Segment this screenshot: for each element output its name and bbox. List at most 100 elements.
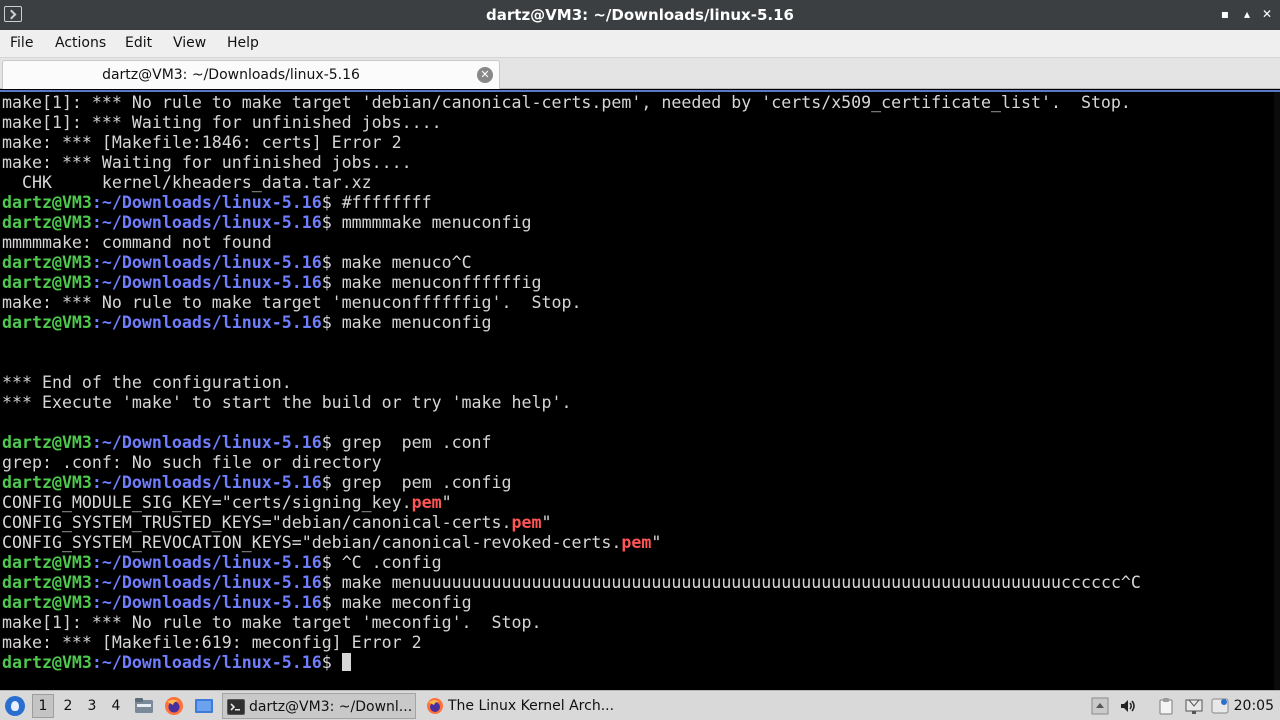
terminal-prompt-line: dartz@VM3:~/Downloads/linux-5.16$ make m…: [2, 273, 542, 293]
terminal-prompt-line: dartz@VM3:~/Downloads/linux-5.16$ #fffff…: [2, 193, 432, 213]
taskbar: 1 2 3 4 dartz@VM3: ~/Downl... The Linux …: [0, 690, 1280, 720]
grep-match: pem: [621, 533, 652, 552]
prompt-user: dartz@VM3: [2, 273, 92, 292]
terminal-output-line: make[1]: *** No rule to make target 'mec…: [2, 613, 541, 633]
prompt-suffix: $: [321, 253, 342, 272]
prompt-user: dartz@VM3: [2, 553, 92, 572]
menu-help[interactable]: Help: [227, 35, 259, 51]
prompt-suffix: $: [321, 193, 342, 212]
output-text-tail: ": [541, 513, 552, 532]
task-firefox-label: The Linux Kernel Arch...: [448, 698, 615, 714]
window-title: dartz@VM3: ~/Downloads/linux-5.16: [486, 6, 794, 24]
start-menu-icon[interactable]: [5, 696, 25, 716]
prompt-user: dartz@VM3: [2, 253, 92, 272]
terminal-icon: [227, 698, 245, 716]
command-text: make menuuuuuuuuuuuuuuuuuuuuuuuuuuuuuuuu…: [341, 573, 1141, 592]
prompt-user: dartz@VM3: [2, 573, 92, 592]
prompt-suffix: $: [321, 213, 342, 232]
task-firefox[interactable]: The Linux Kernel Arch...: [422, 693, 622, 719]
close-button[interactable]: ✕: [1258, 5, 1276, 23]
terminal-output-line: make[1]: *** No rule to make target 'deb…: [2, 93, 1131, 113]
command-text: make menuconffffffig: [341, 273, 542, 292]
output-text: CHK kernel/kheaders_data.tar.xz: [2, 173, 372, 192]
terminal-prompt-line: dartz@VM3:~/Downloads/linux-5.16$: [2, 653, 351, 673]
workspace-1[interactable]: 1: [32, 694, 54, 718]
prompt-suffix: $: [321, 593, 342, 612]
tab-label: dartz@VM3: ~/Downloads/linux-5.16: [102, 67, 360, 83]
prompt-suffix: $: [321, 573, 342, 592]
terminal-prompt-line: dartz@VM3:~/Downloads/linux-5.16$ make m…: [2, 573, 1141, 593]
command-text: make menuco^C: [341, 253, 472, 272]
update-notifier-icon[interactable]: [1211, 697, 1229, 715]
prompt-user: dartz@VM3: [2, 653, 92, 672]
terminal-output-line: grep: .conf: No such file or directory: [2, 453, 382, 473]
prompt-path: :~/Downloads/linux-5.16: [91, 573, 322, 592]
menu-edit[interactable]: Edit: [125, 35, 152, 51]
output-text: make[1]: *** No rule to make target 'deb…: [2, 93, 1131, 112]
command-text: grep pem .conf: [341, 433, 492, 452]
desktop-icon[interactable]: [194, 696, 214, 716]
terminal-output-line: make[1]: *** Waiting for unfinished jobs…: [2, 113, 442, 133]
terminal-prompt-line: dartz@VM3:~/Downloads/linux-5.16$ make m…: [2, 593, 472, 613]
menu-view[interactable]: View: [173, 35, 206, 51]
prompt-user: dartz@VM3: [2, 213, 92, 232]
menu-actions[interactable]: Actions: [55, 35, 106, 51]
output-text-tail: ": [651, 533, 662, 552]
terminal-output[interactable]: make[1]: *** No rule to make target 'deb…: [0, 90, 1280, 690]
prompt-user: dartz@VM3: [2, 193, 92, 212]
prompt-suffix: $: [321, 313, 342, 332]
terminal-output-line: make: *** [Makefile:1846: certs] Error 2: [2, 133, 402, 153]
firefox-launcher-icon[interactable]: [164, 696, 184, 716]
output-text: *** Execute 'make' to start the build or…: [2, 393, 572, 412]
terminal-output-line: CHK kernel/kheaders_data.tar.xz: [2, 173, 372, 193]
file-manager-icon[interactable]: [134, 696, 154, 716]
tab-bar: dartz@VM3: ~/Downloads/linux-5.16 ✕: [0, 58, 1280, 89]
workspace-4[interactable]: 4: [105, 691, 127, 720]
volume-icon[interactable]: [1119, 697, 1137, 715]
prompt-suffix: $: [321, 553, 342, 572]
prompt-path: :~/Downloads/linux-5.16: [91, 473, 322, 492]
prompt-path: :~/Downloads/linux-5.16: [91, 193, 322, 212]
tray-up-arrow-icon[interactable]: [1091, 697, 1109, 715]
tab-terminal[interactable]: dartz@VM3: ~/Downloads/linux-5.16 ✕: [2, 60, 500, 89]
terminal-output-line: CONFIG_SYSTEM_TRUSTED_KEYS="debian/canon…: [2, 513, 552, 533]
network-icon[interactable]: [1185, 697, 1203, 715]
prompt-suffix: $: [321, 473, 342, 492]
prompt-path: :~/Downloads/linux-5.16: [91, 593, 322, 612]
menu-file[interactable]: File: [10, 35, 33, 51]
output-text: make: *** [Makefile:619: meconfig] Error…: [2, 633, 422, 652]
clipboard-icon[interactable]: [1157, 697, 1175, 715]
prompt-user: dartz@VM3: [2, 473, 92, 492]
tab-close-icon[interactable]: ✕: [477, 67, 493, 83]
terminal-output-line: *** End of the configuration.: [2, 373, 292, 393]
output-text: grep: .conf: No such file or directory: [2, 453, 382, 472]
workspace-3[interactable]: 3: [81, 691, 103, 720]
terminal-output-line: CONFIG_MODULE_SIG_KEY="certs/signing_key…: [2, 493, 452, 513]
prompt-user: dartz@VM3: [2, 433, 92, 452]
command-text: #ffffffff: [341, 193, 432, 212]
command-text: mmmmmake menuconfig: [341, 213, 532, 232]
output-text: CONFIG_MODULE_SIG_KEY="certs/signing_key…: [2, 493, 412, 512]
prompt-suffix: $: [321, 273, 342, 292]
task-terminal[interactable]: dartz@VM3: ~/Downl...: [222, 693, 416, 719]
terminal-output-line: make: *** [Makefile:619: meconfig] Error…: [2, 633, 422, 653]
prompt-path: :~/Downloads/linux-5.16: [91, 553, 322, 572]
prompt-user: dartz@VM3: [2, 313, 92, 332]
workspace-2[interactable]: 2: [57, 691, 79, 720]
terminal-cursor: [341, 653, 351, 671]
terminal-prompt-line: dartz@VM3:~/Downloads/linux-5.16$ ^C .co…: [2, 553, 442, 573]
terminal-output-line: CONFIG_SYSTEM_REVOCATION_KEYS="debian/ca…: [2, 533, 661, 553]
prompt-user: dartz@VM3: [2, 593, 92, 612]
output-text: make: *** No rule to make target 'menuco…: [2, 293, 582, 312]
output-text: make[1]: *** Waiting for unfinished jobs…: [2, 113, 442, 132]
grep-match: pem: [411, 493, 442, 512]
clock: 20:05: [1233, 698, 1274, 714]
task-terminal-label: dartz@VM3: ~/Downl...: [249, 699, 413, 715]
maximize-button[interactable]: ▴: [1238, 5, 1256, 23]
minimize-button[interactable]: ▪: [1216, 5, 1234, 23]
terminal-scrollbar[interactable]: [1274, 92, 1280, 690]
prompt-path: :~/Downloads/linux-5.16: [91, 253, 322, 272]
prompt-path: :~/Downloads/linux-5.16: [91, 213, 322, 232]
grep-match: pem: [511, 513, 542, 532]
output-text: CONFIG_SYSTEM_REVOCATION_KEYS="debian/ca…: [2, 533, 622, 552]
